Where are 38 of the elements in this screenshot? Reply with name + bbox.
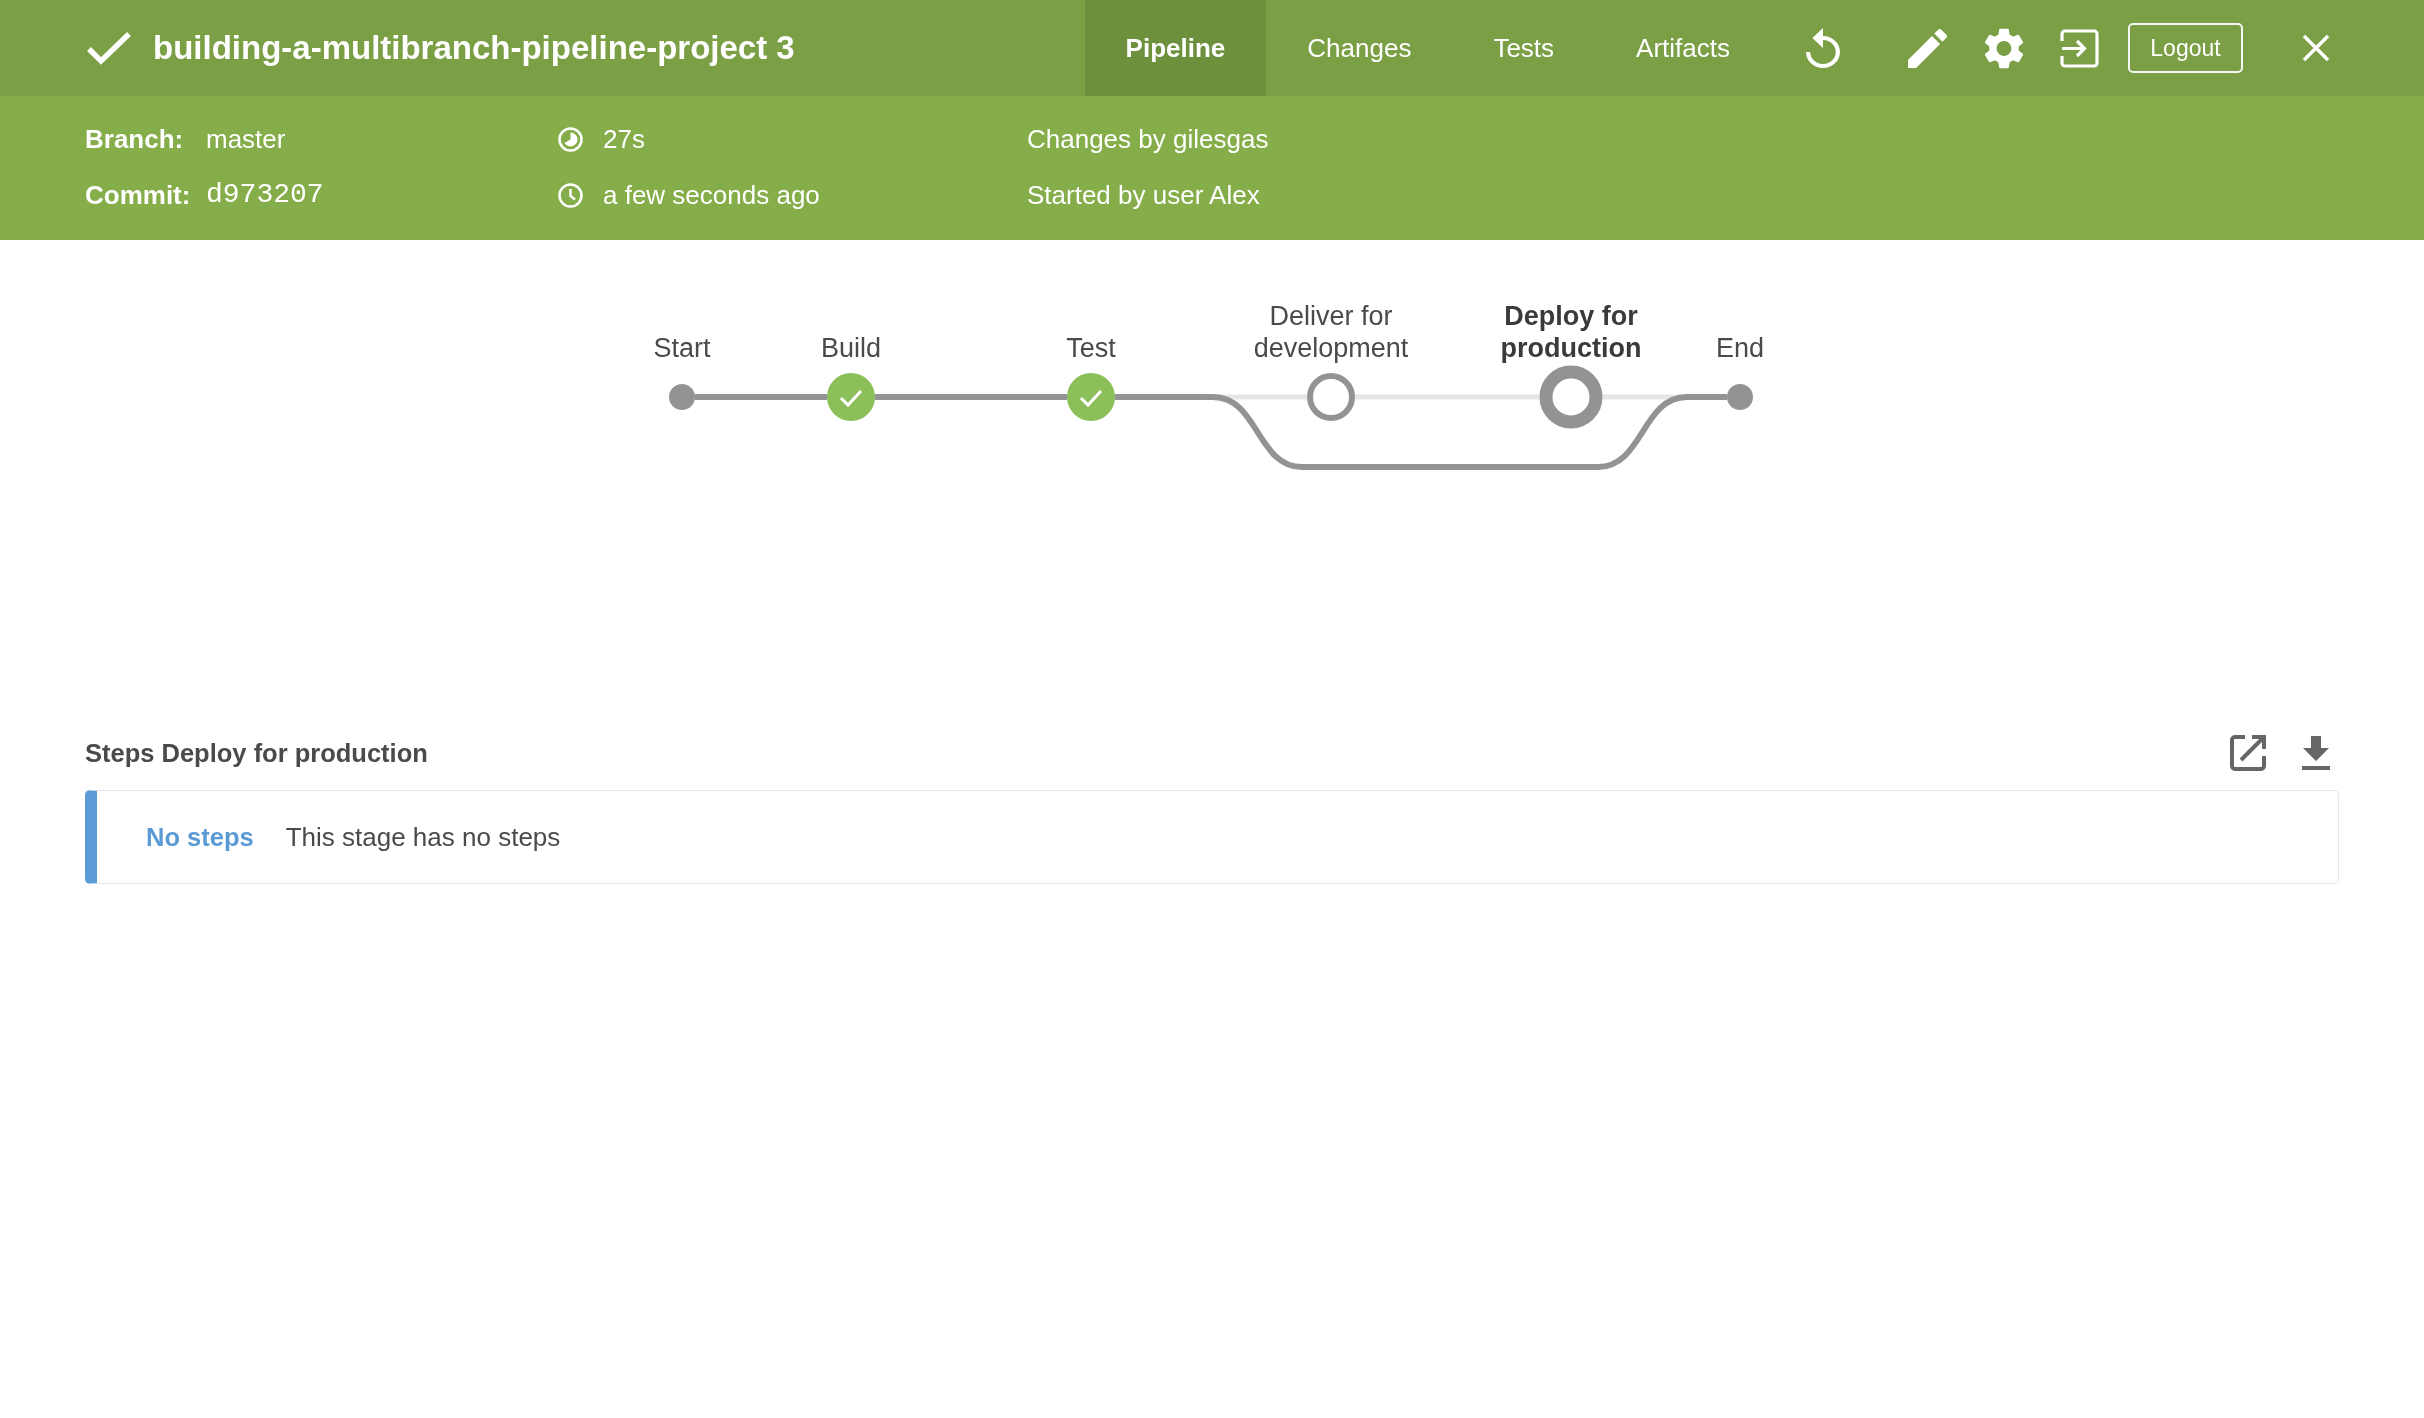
stage-node[interactable] bbox=[1307, 373, 1355, 421]
commit-hash: d973207 bbox=[206, 178, 324, 212]
close-icon[interactable] bbox=[2302, 34, 2330, 62]
tab[interactable]: Changes bbox=[1266, 0, 1453, 96]
external-link-icon[interactable] bbox=[2230, 735, 2266, 771]
download-icon[interactable] bbox=[2302, 736, 2330, 770]
stage-label: Build bbox=[821, 332, 881, 364]
stage-label: Test bbox=[1066, 332, 1116, 364]
stage-label: End bbox=[1716, 332, 1764, 364]
started-by-text: Started by user Alex bbox=[1027, 179, 1260, 212]
stage-label: Deploy for production bbox=[1499, 300, 1643, 364]
commit-label: Commit: bbox=[85, 179, 192, 212]
pencil-icon[interactable] bbox=[1908, 28, 1947, 68]
branch-name: master bbox=[206, 123, 286, 156]
tab[interactable]: Tests bbox=[1452, 0, 1596, 96]
reload-icon[interactable] bbox=[1806, 28, 1840, 68]
changes-text: Changes by gilesgas bbox=[1027, 123, 1269, 156]
empty-state-label: No steps bbox=[146, 822, 254, 852]
check-icon bbox=[1079, 390, 1103, 408]
stage-node[interactable] bbox=[1539, 365, 1603, 429]
stage-node[interactable] bbox=[1067, 373, 1115, 421]
steps-title: Steps Deploy for production bbox=[85, 738, 428, 768]
branch-label: Branch: bbox=[85, 123, 185, 156]
arrow-into-box-icon[interactable] bbox=[2060, 28, 2099, 68]
stage-label: Deliver for development bbox=[1252, 300, 1410, 364]
tab[interactable]: Artifacts bbox=[1595, 0, 1771, 96]
start-time-text: a few seconds ago bbox=[603, 179, 820, 212]
timer-icon bbox=[558, 126, 583, 152]
settings-icon[interactable] bbox=[1984, 27, 2024, 69]
stage-label: Start bbox=[653, 332, 711, 364]
stage-node[interactable] bbox=[827, 373, 875, 421]
logout-button[interactable]: Logout bbox=[2128, 23, 2243, 73]
clock-icon bbox=[558, 182, 583, 208]
tab[interactable]: Pipeline bbox=[1084, 0, 1267, 96]
empty-state-message: This stage has no steps bbox=[285, 821, 561, 853]
pipeline-title: building-a-multibranch-pipeline-project 3 bbox=[153, 29, 795, 67]
check-icon bbox=[839, 390, 863, 408]
duration-text: 27s bbox=[603, 123, 645, 156]
